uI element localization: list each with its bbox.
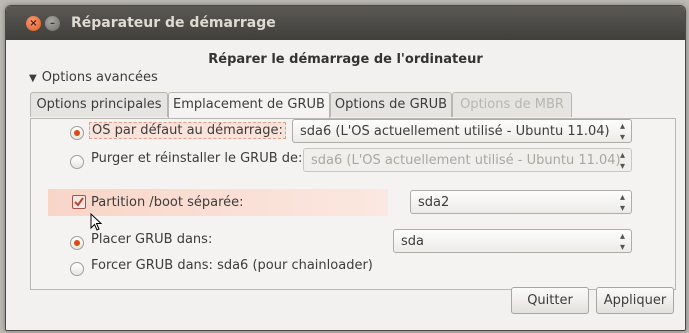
title-bar[interactable]: × – Réparateur de démarrage bbox=[6, 6, 685, 40]
place-grub-label[interactable]: Placer GRUB dans: bbox=[91, 232, 212, 247]
combo-updown-icon: ▴ ▾ bbox=[619, 192, 625, 214]
tab-options-mbr: Options de MBR bbox=[452, 92, 572, 117]
apply-button[interactable]: Appliquer bbox=[596, 287, 674, 314]
separate-boot-combo[interactable]: sda2 ▴ ▾ bbox=[410, 190, 632, 214]
place-grub-value: sda bbox=[401, 234, 424, 249]
default-os-combo[interactable]: sda6 (L'OS actuellement utilisé - Ubuntu… bbox=[292, 119, 632, 143]
page-heading: Réparer le démarrage de l'ordinateur bbox=[208, 52, 483, 67]
quit-button[interactable]: Quitter bbox=[511, 287, 589, 314]
default-os-radio[interactable] bbox=[70, 126, 84, 140]
combo-updown-icon: ▴ ▾ bbox=[619, 231, 625, 253]
purge-grub-radio[interactable] bbox=[70, 155, 84, 169]
combo-updown-icon: ▴ ▾ bbox=[619, 150, 625, 172]
expander-label: Options avancées bbox=[41, 70, 158, 85]
purge-grub-label[interactable]: Purger et réinstaller le GRUB de: bbox=[91, 151, 302, 166]
separate-boot-checkbox[interactable] bbox=[72, 195, 86, 209]
place-grub-combo[interactable]: sda ▴ ▾ bbox=[393, 229, 632, 253]
close-window-icon[interactable]: × bbox=[26, 16, 41, 31]
force-grub-radio[interactable] bbox=[70, 262, 84, 276]
place-grub-radio[interactable] bbox=[70, 236, 84, 250]
default-os-label[interactable]: OS par défaut au démarrage: bbox=[89, 122, 286, 139]
checkmark-icon bbox=[74, 197, 84, 207]
expander-triangle-icon: ▼ bbox=[29, 73, 37, 84]
tab-options-grub[interactable]: Options de GRUB bbox=[330, 92, 452, 117]
mouse-pointer-icon bbox=[90, 213, 102, 231]
combo-updown-icon: ▴ ▾ bbox=[619, 121, 625, 143]
force-grub-label[interactable]: Forcer GRUB dans: sda6 (pour chainloader… bbox=[91, 258, 373, 273]
separate-boot-label[interactable]: Partition /boot séparée: bbox=[91, 195, 244, 210]
purge-grub-value: sda6 (L'OS actuellement utilisé - Ubuntu… bbox=[311, 153, 621, 168]
window-title: Réparateur de démarrage bbox=[71, 15, 276, 31]
default-os-value: sda6 (L'OS actuellement utilisé - Ubuntu… bbox=[300, 124, 610, 139]
repair-window: × – Réparateur de démarrage Réparer le d… bbox=[5, 5, 686, 331]
advanced-options-expander[interactable]: ▼ Options avancées bbox=[29, 70, 158, 85]
tab-emplacement-grub[interactable]: Emplacement de GRUB bbox=[168, 92, 330, 120]
separate-boot-value: sda2 bbox=[418, 195, 450, 210]
purge-grub-combo: sda6 (L'OS actuellement utilisé - Ubuntu… bbox=[303, 148, 632, 172]
tab-options-principales[interactable]: Options principales bbox=[30, 92, 168, 117]
minimize-window-icon[interactable]: – bbox=[45, 16, 60, 31]
